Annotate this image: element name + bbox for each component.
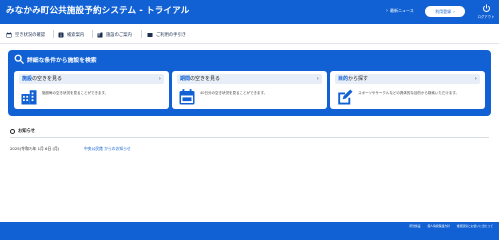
nav-item-user-guide[interactable]: ご利用の手引き: [147, 30, 186, 39]
calendar-icon: [6, 31, 12, 37]
facility-availability-card[interactable]: 施設の空きを見る › 施設毎の空き状況を見ることができます。: [14, 71, 169, 109]
footer-link-environment[interactable]: 推奨環境とお使いに当たって: [457, 224, 493, 228]
power-icon: [482, 4, 490, 12]
search-title-text: 詳細な条件から施設を検索: [27, 57, 97, 64]
chevron-right-icon: ›: [453, 9, 455, 14]
nav-divider: [141, 30, 142, 38]
notice-title: お知らせ: [18, 129, 36, 134]
footer-link-facilities[interactable]: 所管施設: [409, 224, 420, 228]
purpose-search-card[interactable]: 目的から探す › スポーツやサークルなどの具体的な目的から検索いただけます。: [330, 71, 485, 109]
footer: 所管施設 個人情報保護方針 推奨環境とお使いに当たって: [0, 222, 499, 240]
search-icon: [14, 54, 24, 64]
app-header: みなかみ町公共施設予約システム - トライアル › 最新ニュース 利用登録 › ログ…: [0, 0, 499, 24]
card-header: 施設の空きを見る ›: [19, 74, 164, 84]
card-header-rest: の空きを見る: [32, 76, 63, 82]
search-panel: 詳細な条件から施設を検索 施設の空きを見る › 施設毎の空き状況を見ることができ…: [8, 50, 491, 116]
card-description: 40日分の空き状況を見ることができます。: [200, 91, 268, 95]
nav-label: 空き状況の確認: [15, 32, 46, 38]
nav-divider: [53, 30, 54, 38]
register-label: 利用登録: [435, 9, 452, 14]
card-description: スポーツやサークルなどの具体的な目的から検索いただけます。: [358, 91, 459, 95]
card-header-strong: 施設: [22, 76, 33, 82]
nav-item-facilities[interactable]: 施設のご案内: [97, 30, 132, 39]
logout-label: ログアウト: [477, 15, 495, 19]
period-availability-card[interactable]: 期間の空きを見る › 40日分の空き状況を見ることができます。: [172, 71, 327, 109]
chevron-right-icon: ›: [474, 76, 477, 82]
footer-link-privacy[interactable]: 個人情報保護方針: [427, 224, 449, 228]
nav-label: 検索案内: [67, 32, 85, 38]
pencil-icon: [338, 89, 353, 105]
card-header-rest: から探す: [348, 76, 369, 82]
info-circle-icon: [10, 128, 15, 134]
card-header-strong: 期間: [180, 76, 191, 82]
card-description: 施設毎の空き状況を見ることができます。: [42, 91, 109, 95]
notice-divider: [10, 137, 489, 138]
card-header-strong: 目的: [338, 76, 349, 82]
chevron-right-icon: ›: [386, 8, 388, 14]
nav-item-availability[interactable]: 空き状況の確認: [6, 30, 45, 39]
nav-divider: [92, 30, 93, 38]
building-icon: [97, 32, 103, 37]
info-icon: [58, 32, 64, 37]
news-link[interactable]: › 最新ニュース: [386, 8, 414, 14]
notice-date: 2025(令和7)年 1月 6日 (月): [10, 146, 60, 151]
calendar-icon: [179, 89, 195, 105]
register-button[interactable]: 利用登録 ›: [425, 6, 465, 17]
card-header: 期間の空きを見る ›: [177, 74, 322, 84]
nav-label: 施設のご案内: [106, 32, 132, 38]
notice-link[interactable]: 中央公民館 からのお知らせ: [84, 146, 131, 152]
app-title: みなかみ町公共施設予約システム - トライアル: [6, 6, 190, 16]
card-header-rest: の空きを見る: [190, 76, 221, 82]
logout-button[interactable]: ログアウト: [475, 4, 497, 20]
search-panel-title: 詳細な条件から施設を検索: [14, 54, 97, 64]
building-icon: [21, 90, 37, 105]
news-label: 最新ニュース: [390, 8, 414, 13]
nav-label: ご利用の手引き: [156, 32, 187, 38]
notice-heading: お知らせ: [10, 128, 35, 134]
book-icon: [147, 32, 153, 37]
footer-links: 所管施設 個人情報保護方針 推奨環境とお使いに当たって: [403, 224, 493, 228]
chevron-right-icon: ›: [316, 76, 319, 82]
chevron-right-icon: ›: [158, 76, 161, 82]
nav-item-search-guide[interactable]: 検索案内: [58, 30, 84, 39]
main-nav: 空き状況の確認 検索案内 施設のご案内 ご利用の手引き: [0, 24, 499, 44]
card-header: 目的から探す ›: [335, 74, 480, 84]
